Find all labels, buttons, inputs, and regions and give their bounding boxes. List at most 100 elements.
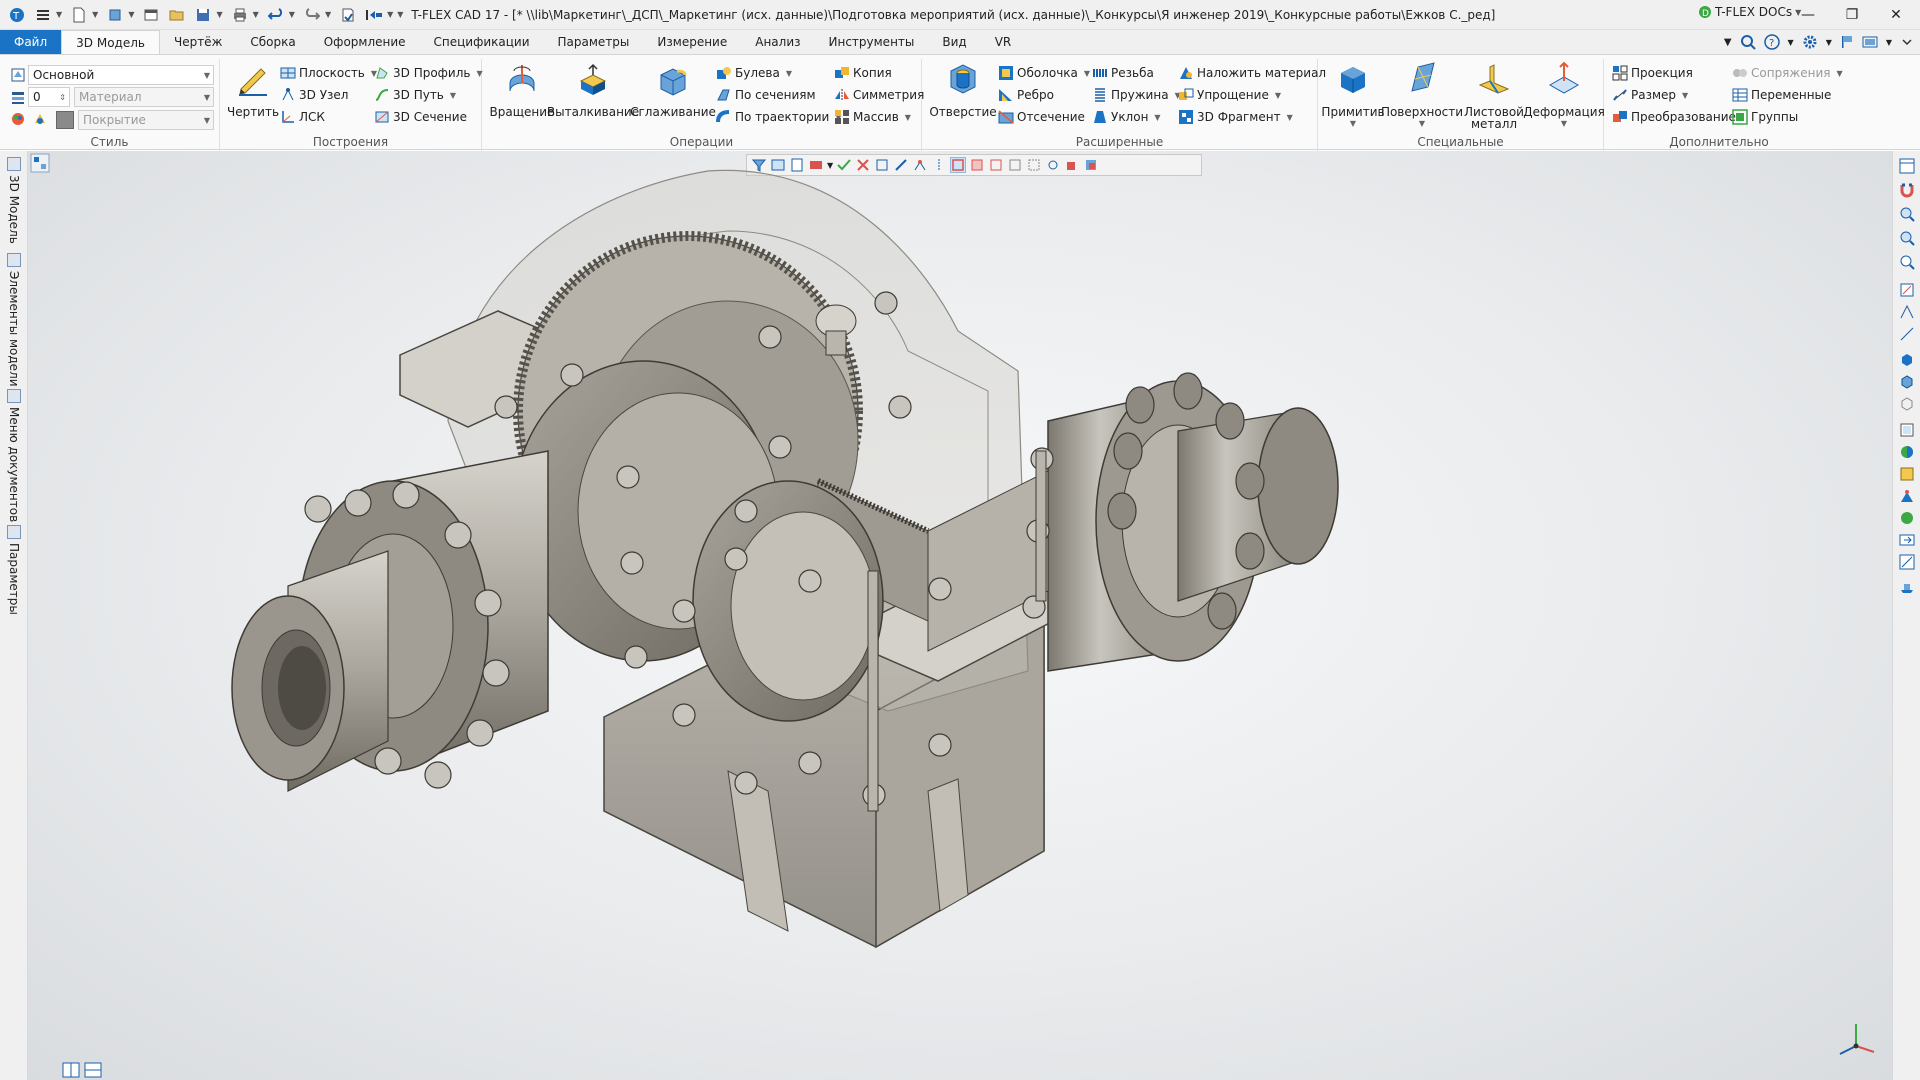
chevron-down-icon[interactable]: ▼ [1886,38,1892,47]
zoom-window-icon[interactable] [1898,253,1916,271]
array-button[interactable]: Массив ▼ [834,107,911,127]
chevron-down-icon[interactable]: ▼ [56,10,62,19]
vtab-document-menu[interactable]: Меню документов [4,389,24,522]
hat-icon[interactable] [1898,579,1916,597]
shell-button[interactable]: Оболочка ▼ [998,63,1090,83]
new-3d-icon[interactable] [104,4,126,26]
chevron-down-icon[interactable]: ▼ [1788,38,1794,47]
chevron-down-icon[interactable]: ▼ [253,10,259,19]
slope-button[interactable]: Уклон ▼ [1092,107,1161,127]
chevron-down-icon[interactable]: ▼ [325,10,331,19]
chevron-down-icon[interactable]: ▼ [1826,38,1832,47]
tab-specifications[interactable]: Спецификации [420,30,544,54]
single-view-icon[interactable] [84,1062,102,1078]
redo-icon[interactable] [301,4,323,26]
color-swatch[interactable] [56,111,74,129]
symmetry-button[interactable]: Симметрия [834,85,924,105]
palette-icon[interactable] [10,111,28,129]
chevron-down-icon[interactable]: ▼ [387,10,393,19]
simplify-button[interactable]: Упрощение ▼ [1178,85,1281,105]
new-document-icon[interactable] [68,4,90,26]
copy-button[interactable]: Копия [834,63,892,83]
print-icon[interactable] [229,4,251,26]
zoom-out-icon[interactable] [1898,229,1916,247]
smoothing-button[interactable]: Сглаживание [630,61,716,119]
export-view-icon[interactable] [1898,531,1916,549]
groups-button[interactable]: Группы [1732,107,1798,127]
layer-combo[interactable]: Основной ▼ [28,65,214,85]
material-combo[interactable]: Материал ▼ [74,87,214,107]
rebuild-icon[interactable] [363,4,385,26]
undo-icon[interactable] [265,4,287,26]
tab-assembly[interactable]: Сборка [236,30,309,54]
close-button[interactable]: ✕ [1874,0,1918,30]
chevron-down-icon[interactable]: ▼ [128,10,134,19]
measure-view-icon[interactable] [1898,553,1916,571]
3d-viewport[interactable]: ▼ [28,151,1892,1080]
rotation-button[interactable]: Вращение [490,61,554,119]
gearbox-model[interactable] [28,151,1892,1080]
tab-tools[interactable]: Инструменты [815,30,929,54]
fragment3d-button[interactable]: 3D Фрагмент ▼ [1178,107,1293,127]
tab-analysis[interactable]: Анализ [741,30,814,54]
vtab-3d-model[interactable]: 3D Модель [4,157,24,244]
magnet-icon[interactable] [1898,181,1916,199]
tab-parameters[interactable]: Параметры [544,30,644,54]
regenerate-icon[interactable] [337,4,359,26]
section3d-button[interactable]: 3D Сечение [374,107,467,127]
lsk-button[interactable]: ЛСК [280,107,325,127]
apply-material-button[interactable]: Наложить материал [1178,63,1326,83]
chevron-down-icon[interactable]: ▼ [289,10,295,19]
path3d-button[interactable]: 3D Путь ▼ [374,85,456,105]
window-layout-icon[interactable] [1898,157,1916,175]
tab-vr[interactable]: VR [981,30,1026,54]
help-icon[interactable]: ? [1763,34,1780,50]
filter-icon[interactable]: ▼ [1724,37,1732,48]
render-icon[interactable] [1898,443,1916,461]
by-sections-button[interactable]: По сечениям [716,85,816,105]
shaded-edges-icon[interactable] [1898,373,1916,391]
ribbon-collapse-icon[interactable] [1900,35,1914,49]
projection-button[interactable]: Проекция [1612,63,1693,83]
mates-button[interactable]: Сопряжения ▼ [1732,63,1843,83]
app-logo-icon[interactable]: T [6,4,28,26]
deformation-button[interactable]: Деформация ▼ [1523,61,1605,128]
chevron-down-icon[interactable]: ▼ [216,10,222,19]
tab-file[interactable]: Файл [0,30,62,54]
dimension-button[interactable]: Размер ▼ [1612,85,1688,105]
customize-icon[interactable]: ▼ [397,10,403,19]
view-top-icon[interactable] [1898,303,1916,321]
surfaces-button[interactable]: Поверхности ▼ [1381,61,1463,128]
primitives-button[interactable]: Примитив ▼ [1321,61,1385,128]
split-view-icon[interactable] [62,1062,80,1078]
spring-button[interactable]: Пружина ▼ [1092,85,1181,105]
flag-icon[interactable] [1840,35,1854,49]
by-path-button[interactable]: По траектории ▼ [716,107,841,127]
hole-button[interactable]: Отверстие [929,61,997,119]
plane-button[interactable]: Плоскость ▼ [280,63,377,83]
sheet-metal-button[interactable]: Листовой металл [1462,61,1526,131]
open-folder-icon[interactable] [166,4,188,26]
restore-button[interactable]: ❐ [1830,0,1874,30]
transform-button[interactable]: Преобразование [1612,107,1736,127]
section-view-icon[interactable] [1898,421,1916,439]
window-icon[interactable] [140,4,162,26]
shaded-icon[interactable] [1898,351,1916,369]
menu-icon[interactable] [32,4,54,26]
lights-icon[interactable] [1898,465,1916,483]
vtab-parameters[interactable]: Параметры [4,525,24,615]
node3d-button[interactable]: 3D Узел [280,85,348,105]
tab-annotation[interactable]: Оформление [310,30,420,54]
scene-icon[interactable] [1898,509,1916,527]
tab-view[interactable]: Вид [928,30,980,54]
profile3d-button[interactable]: 3D Профиль ▼ [374,63,483,83]
search-icon[interactable] [1740,34,1756,50]
tab-drawing[interactable]: Чертёж [160,30,236,54]
color-icon[interactable] [32,111,50,129]
tab-3d-model[interactable]: 3D Модель [61,30,160,54]
boolean-button[interactable]: Булева ▼ [716,63,792,83]
tab-measure[interactable]: Измерение [643,30,741,54]
gear-icon[interactable] [1802,34,1818,50]
camera-icon[interactable] [1898,487,1916,505]
layout-icon[interactable] [1862,35,1878,49]
